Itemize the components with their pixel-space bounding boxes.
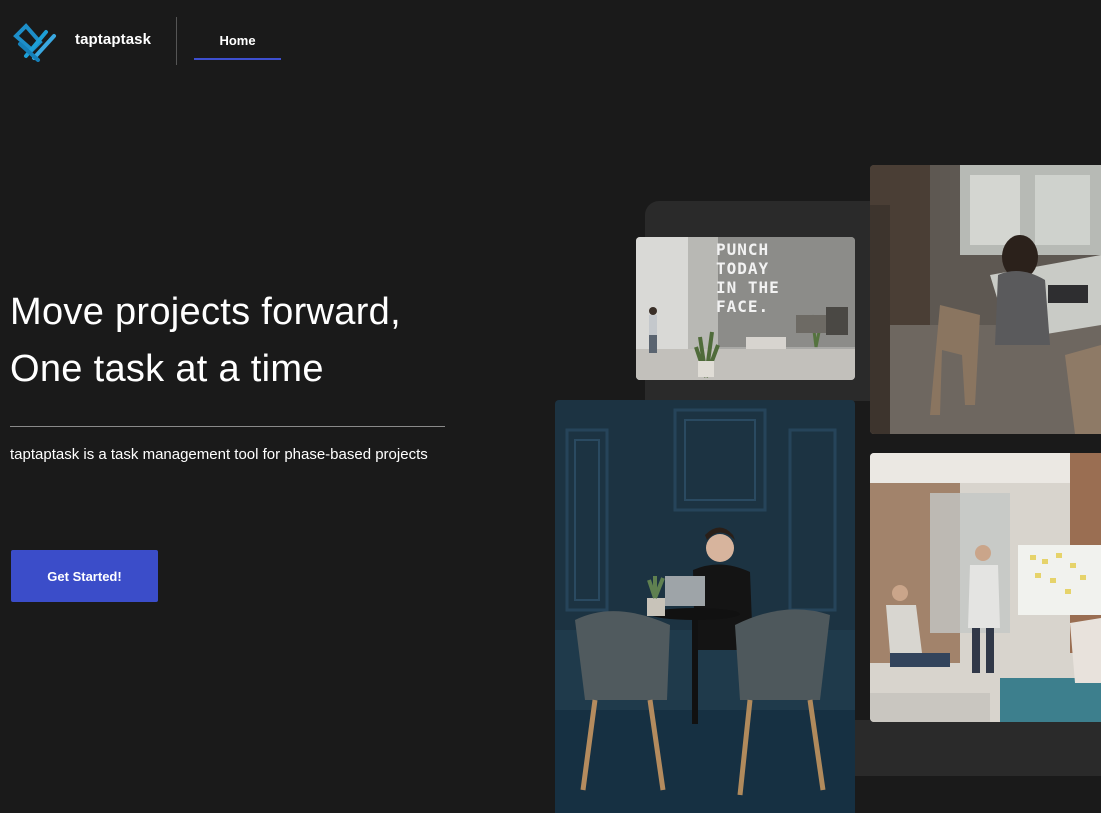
- taptaptask-logo-icon[interactable]: [12, 22, 58, 62]
- hero-divider: [10, 426, 445, 427]
- wall-sign-line-3: IN THE: [716, 278, 780, 297]
- hero-headline-line-2: One task at a time: [10, 348, 324, 390]
- hero-tagline: taptaptask is a task management tool for…: [10, 446, 428, 463]
- landing-page: taptaptask Home Move projects forward, O…: [0, 0, 1101, 813]
- hero-headline: Move projects forward, One task at a tim…: [10, 284, 530, 398]
- photo-woman-working-laptop: [870, 165, 1101, 434]
- top-nav-bar: taptaptask Home: [0, 0, 1101, 82]
- wall-sign-line-1: PUNCH: [716, 240, 769, 259]
- nav-tab-home[interactable]: Home: [194, 30, 281, 60]
- get-started-button[interactable]: Get Started!: [11, 550, 158, 602]
- hero-headline-line-1: Move projects forward,: [10, 291, 401, 333]
- wall-sign-line-4: FACE.: [716, 297, 769, 316]
- header-divider: [176, 17, 177, 65]
- brand-name[interactable]: taptaptask: [75, 31, 151, 48]
- photo-man-blue-room: [555, 400, 855, 813]
- gallery-backdrop-panel-bottom: [855, 720, 1101, 776]
- active-tab-indicator: [194, 58, 281, 60]
- photo-team-meeting: [870, 453, 1101, 722]
- photo-office-wall-sign: PUNCH TODAY IN THE FACE.: [636, 237, 855, 380]
- wall-sign-line-2: TODAY: [716, 259, 769, 278]
- nav-tab-home-label: Home: [219, 33, 256, 48]
